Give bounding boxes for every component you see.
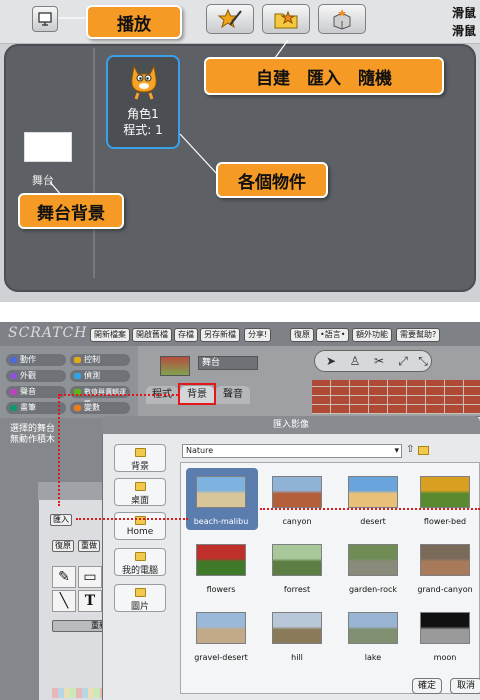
menu-save-as[interactable]: 另存新檔 [200, 328, 240, 342]
arrow-selected-image [260, 508, 480, 510]
image-label: hill [291, 653, 303, 662]
palette-message-line2: 無動作積木 [10, 435, 56, 445]
image-label: flowers [206, 585, 236, 594]
stage-brick-background [312, 380, 480, 414]
image-label: grand-canyon [417, 585, 473, 594]
image-label: moon [433, 653, 457, 662]
import-image-screenshot: SCRATCH 開新檔案 開啟舊檔 存檔 另存新檔 分享! 復原 •語言• 額外… [0, 322, 480, 700]
stage-tools: ➤ ♙ ✂ ⤢ ⤡ [314, 350, 432, 372]
palette-message: 選擇的舞台 無動作積木 [10, 424, 55, 446]
up-folder-icon[interactable]: ⇧ [406, 444, 414, 455]
menu-open[interactable]: 開啟舊檔 [132, 328, 172, 342]
dialog-title: 匯入影像 [102, 416, 480, 434]
folder-icon [135, 482, 146, 491]
folder-icon [135, 448, 146, 457]
category-variables[interactable]: 變數 [70, 402, 130, 414]
image-label: beach-malibu [193, 517, 249, 526]
sidebar-pictures[interactable]: 圖片 [114, 584, 166, 612]
image-thumb-hill[interactable] [272, 612, 322, 644]
menu-save[interactable]: 存檔 [174, 328, 198, 342]
sidebar-home[interactable]: Home [114, 512, 166, 540]
sidebar-label: 圖片 [130, 602, 149, 612]
sidebar-label: 桌面 [130, 496, 149, 506]
menu-language[interactable]: •語言• [316, 328, 350, 342]
category-sensing[interactable]: 偵測 [70, 370, 130, 382]
menu-help[interactable]: 需要幫助? [396, 328, 441, 342]
sidebar-my-computer[interactable]: 我的電腦 [114, 548, 166, 576]
folder-icon [135, 588, 146, 597]
arrow-to-bg-tab [60, 394, 178, 396]
brush-tool-icon[interactable]: ✎ [52, 566, 76, 588]
image-thumb-grand-canyon[interactable] [420, 544, 470, 576]
image-label: garden-rock [348, 585, 398, 594]
image-label: forrest [283, 585, 311, 594]
category-motion[interactable]: 動作 [6, 354, 66, 366]
image-thumb-forrest[interactable] [272, 544, 322, 576]
menu-extras[interactable]: 額外功能 [352, 328, 392, 342]
image-thumb-garden-rock[interactable] [348, 544, 398, 576]
tab-sounds[interactable]: 聲音 [216, 386, 250, 404]
new-folder-icon[interactable] [418, 446, 429, 455]
sidebar-label: 背景 [130, 462, 149, 472]
category-control[interactable]: 控制 [70, 354, 130, 366]
image-label: flower-bed [423, 517, 467, 526]
callout-present: 播放 [86, 5, 182, 39]
menu-share[interactable]: 分享! [244, 328, 272, 342]
image-label: desert [360, 517, 386, 526]
sprite-panel-screenshot: 滑鼠 滑鼠 舞台 角色1 程式: 1 播放 自建 匯入 隨機 各個物件 舞台背景 [0, 0, 480, 302]
text-tool-icon[interactable]: T [78, 590, 102, 612]
image-label: gravel-desert [194, 653, 248, 662]
eraser-tool-icon[interactable]: ▭ [78, 566, 102, 588]
annotation-arrows [49, 17, 289, 197]
image-thumb-desert[interactable] [348, 476, 398, 508]
image-thumb-gravel-desert[interactable] [196, 612, 246, 644]
image-thumb-flower-bed[interactable] [420, 476, 470, 508]
sidebar-desktop[interactable]: 桌面 [114, 478, 166, 506]
image-label: canyon [282, 517, 312, 526]
image-thumb-canyon[interactable] [272, 476, 322, 508]
menu-undo[interactable]: 復原 [290, 328, 314, 342]
image-thumb-lake[interactable] [348, 612, 398, 644]
arrow-down-to-import [58, 394, 60, 506]
sidebar-label: Home [126, 527, 154, 537]
category-pen[interactable]: 畫筆 [6, 402, 66, 414]
grow-tool-icon[interactable]: ⤢ [395, 354, 411, 369]
callout-stage-bg: 舞台背景 [18, 193, 124, 229]
duplicate-tool-icon[interactable]: ♙ [347, 354, 363, 369]
shrink-tool-icon[interactable]: ⤡ [415, 354, 431, 369]
import-button[interactable]: 匯入 [50, 514, 72, 526]
sidebar-backgrounds[interactable]: 背景 [114, 444, 166, 472]
stage-name-field[interactable]: 舞台 [198, 356, 258, 370]
folder-path-select[interactable]: Nature [182, 444, 402, 458]
cancel-button[interactable]: 取消 [450, 678, 480, 694]
sidebar-label: 我的電腦 [121, 566, 158, 576]
tab-highlight-box [178, 383, 216, 405]
image-thumb-beach-malibu[interactable] [196, 476, 246, 508]
paint-redo-button[interactable]: 重做 [78, 540, 100, 552]
image-thumb-flowers[interactable] [196, 544, 246, 576]
callout-objects: 各個物件 [216, 162, 328, 198]
delete-tool-icon[interactable]: ✂ [371, 354, 387, 369]
arrow-tool-icon[interactable]: ➤ [323, 354, 339, 369]
image-label: lake [364, 653, 382, 662]
category-looks[interactable]: 外觀 [6, 370, 66, 382]
ok-button[interactable]: 確定 [412, 678, 442, 694]
category-operators[interactable]: 數值與邏輯運算 [70, 386, 130, 408]
image-thumb-moon[interactable] [420, 612, 470, 644]
menu-new[interactable]: 開新檔案 [90, 328, 130, 342]
paint-undo-button[interactable]: 復原 [52, 540, 74, 552]
category-sound[interactable]: 聲音 [6, 386, 66, 398]
palette-message-line1: 選擇的舞台 [10, 424, 56, 434]
line-tool-icon[interactable]: ╲ [52, 590, 76, 612]
scratch-logo: SCRATCH [8, 325, 88, 341]
callout-new-sprite: 自建 匯入 隨機 [204, 57, 444, 95]
stage-mini-thumbnail [160, 356, 190, 376]
folder-icon [135, 552, 146, 561]
arrow-import-to-image [76, 518, 188, 520]
